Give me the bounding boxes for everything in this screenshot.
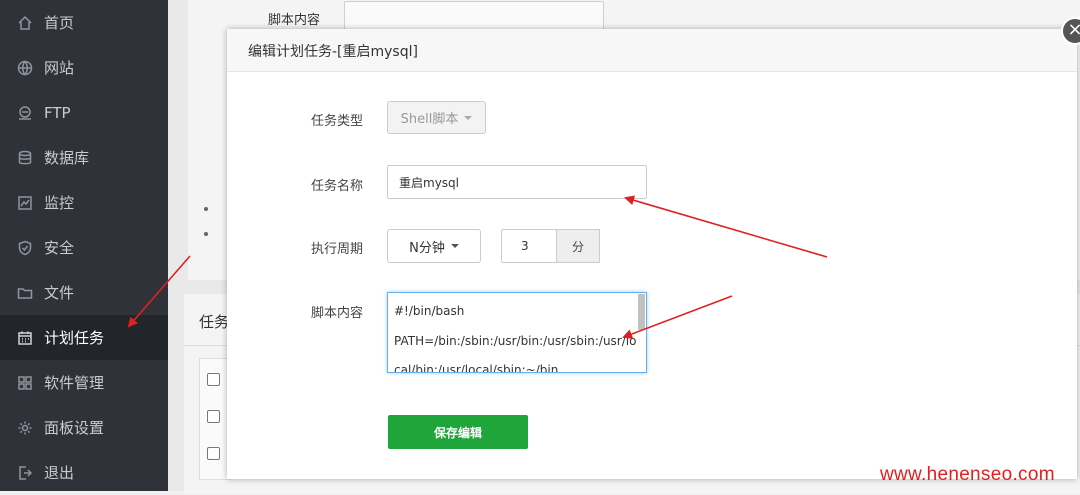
arrow-to-script <box>622 295 733 339</box>
watermark: www.henenseo.com <box>880 464 1055 485</box>
arrow-to-cron-menu <box>127 255 191 328</box>
annotation-arrows <box>127 195 828 339</box>
arrow-to-task-name <box>624 195 828 258</box>
